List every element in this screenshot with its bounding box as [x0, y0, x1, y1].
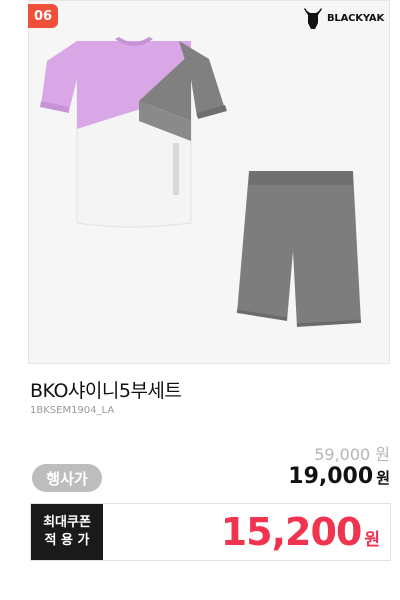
coupon-price-unit: 원	[364, 530, 380, 550]
original-price: 59,000 원	[314, 445, 390, 464]
product-illustration	[40, 37, 362, 327]
yak-icon	[304, 8, 322, 29]
sale-price-value: 19,000	[288, 464, 374, 489]
brand-name: BLACKYAK	[327, 12, 384, 24]
coupon-label-line2: 적 용 가	[44, 533, 90, 548]
coupon-label: 최대쿠폰 적 용 가	[31, 504, 103, 560]
sale-price: 19,000 원	[288, 464, 390, 489]
brand-logo: BLACKYAK	[303, 8, 384, 29]
rank-badge: 06	[28, 4, 58, 28]
tshirt-graphic	[40, 37, 227, 228]
product-title[interactable]: BKO샤이니5부세트	[30, 376, 182, 403]
coupon-price-box: 최대쿠폰 적 용 가 15,200 원	[30, 503, 391, 561]
sale-price-unit: 원	[376, 469, 390, 487]
event-price-badge: 행사가	[32, 464, 102, 492]
product-image[interactable]	[28, 0, 390, 364]
coupon-price-value: 15,200	[220, 510, 363, 554]
coupon-label-line1: 최대쿠폰	[43, 515, 91, 530]
coupon-price: 15,200 원	[221, 510, 380, 554]
product-code: 1BKSEM1904_LA	[30, 405, 115, 416]
shorts-graphic	[236, 171, 362, 327]
